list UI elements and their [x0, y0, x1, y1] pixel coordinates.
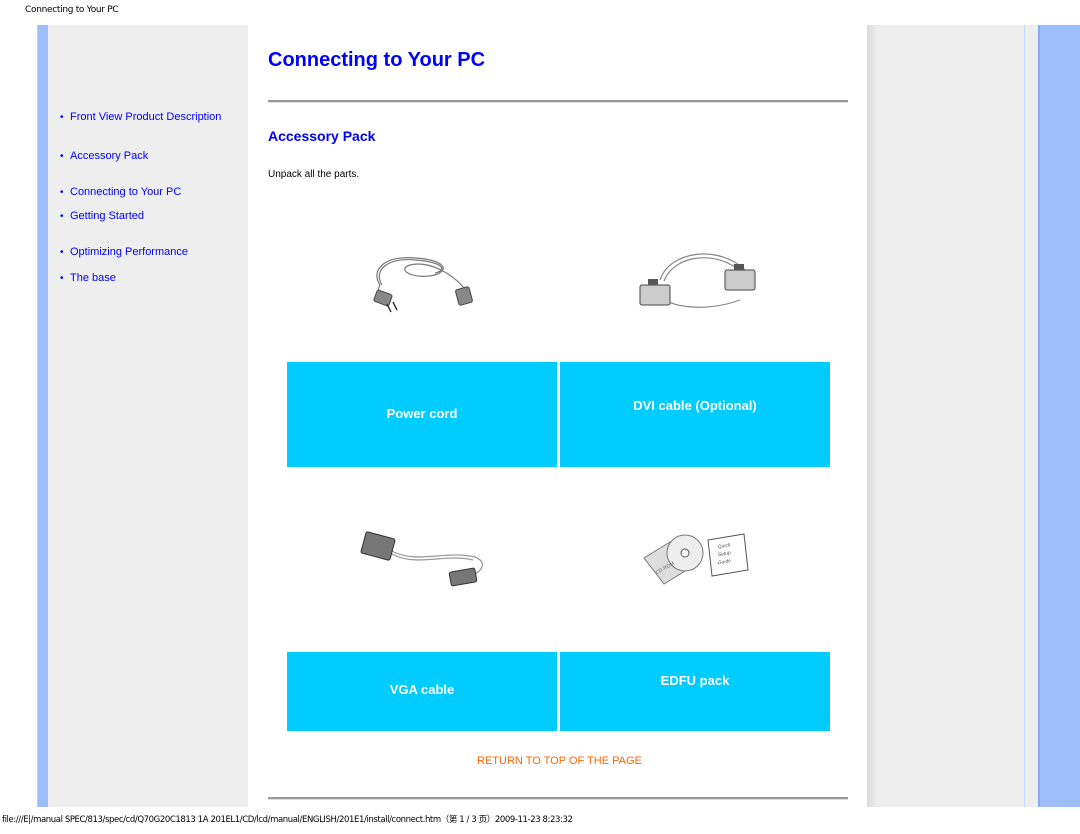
power-cord-label-box: Power cord — [287, 362, 557, 467]
sidebar-item-getting-started[interactable]: • Getting Started — [60, 210, 144, 222]
sidebar-link[interactable]: Accessory Pack — [70, 150, 148, 162]
dvi-cable-label: DVI cable (Optional) — [633, 398, 757, 413]
sidebar-item-optimizing[interactable]: • Optimizing Performance — [60, 246, 188, 258]
print-footer-path: file:///E|/manual SPEC/813/spec/cd/Q70G2… — [2, 815, 573, 825]
print-header-title: Connecting to Your PC — [25, 5, 119, 15]
section-title: Accessory Pack — [268, 128, 376, 144]
sidebar: • Front View Product Description • Accesso… — [48, 25, 248, 807]
sidebar-link[interactable]: Getting Started — [70, 210, 144, 222]
vga-cable-label-box: VGA cable — [287, 652, 557, 731]
bullet-icon: • — [60, 211, 64, 222]
dvi-cable-label-box: DVI cable (Optional) — [560, 362, 830, 467]
divider — [268, 100, 848, 103]
sidebar-link[interactable]: Optimizing Performance — [70, 246, 188, 258]
right-panel — [867, 25, 1039, 807]
vga-cable-image — [360, 531, 484, 587]
sidebar-item-accessory-pack[interactable]: • Accessory Pack — [60, 150, 148, 162]
intro-text: Unpack all the parts. — [268, 169, 360, 180]
bullet-icon: • — [60, 151, 64, 162]
sidebar-item-front-view[interactable]: • Front View Product Description — [60, 111, 221, 123]
bullet-icon: • — [60, 247, 64, 258]
bullet-icon: • — [60, 112, 64, 123]
panel-shade — [867, 25, 877, 807]
sidebar-link[interactable]: Connecting to Your PC — [70, 186, 181, 198]
edfu-pack-label: EDFU pack — [660, 673, 730, 688]
sidebar-item-connecting[interactable]: • Connecting to Your PC — [60, 186, 181, 198]
power-cord-label: Power cord — [386, 406, 458, 421]
bullet-icon: • — [60, 187, 64, 198]
edfu-pack-label-box: EDFU pack — [560, 652, 830, 731]
sidebar-link[interactable]: The base — [70, 272, 116, 284]
dvi-cable-image — [639, 253, 756, 308]
bullet-icon: • — [60, 273, 64, 284]
edfu-pack-image: CD-ROM Quick Setup Guide — [643, 533, 749, 585]
panel-divider-line — [1024, 25, 1025, 807]
bottom-divider — [268, 797, 848, 800]
page-title: Connecting to Your PC — [268, 49, 486, 71]
sidebar-item-the-base[interactable]: • The base — [60, 272, 116, 284]
power-cord-image — [373, 257, 473, 313]
vga-cable-label: VGA cable — [389, 682, 455, 697]
return-to-top-link[interactable]: RETURN TO TOP OF THE PAGE — [477, 755, 642, 767]
right-decorative-bar — [1038, 25, 1080, 807]
sidebar-link[interactable]: Front View Product Description — [70, 111, 221, 123]
